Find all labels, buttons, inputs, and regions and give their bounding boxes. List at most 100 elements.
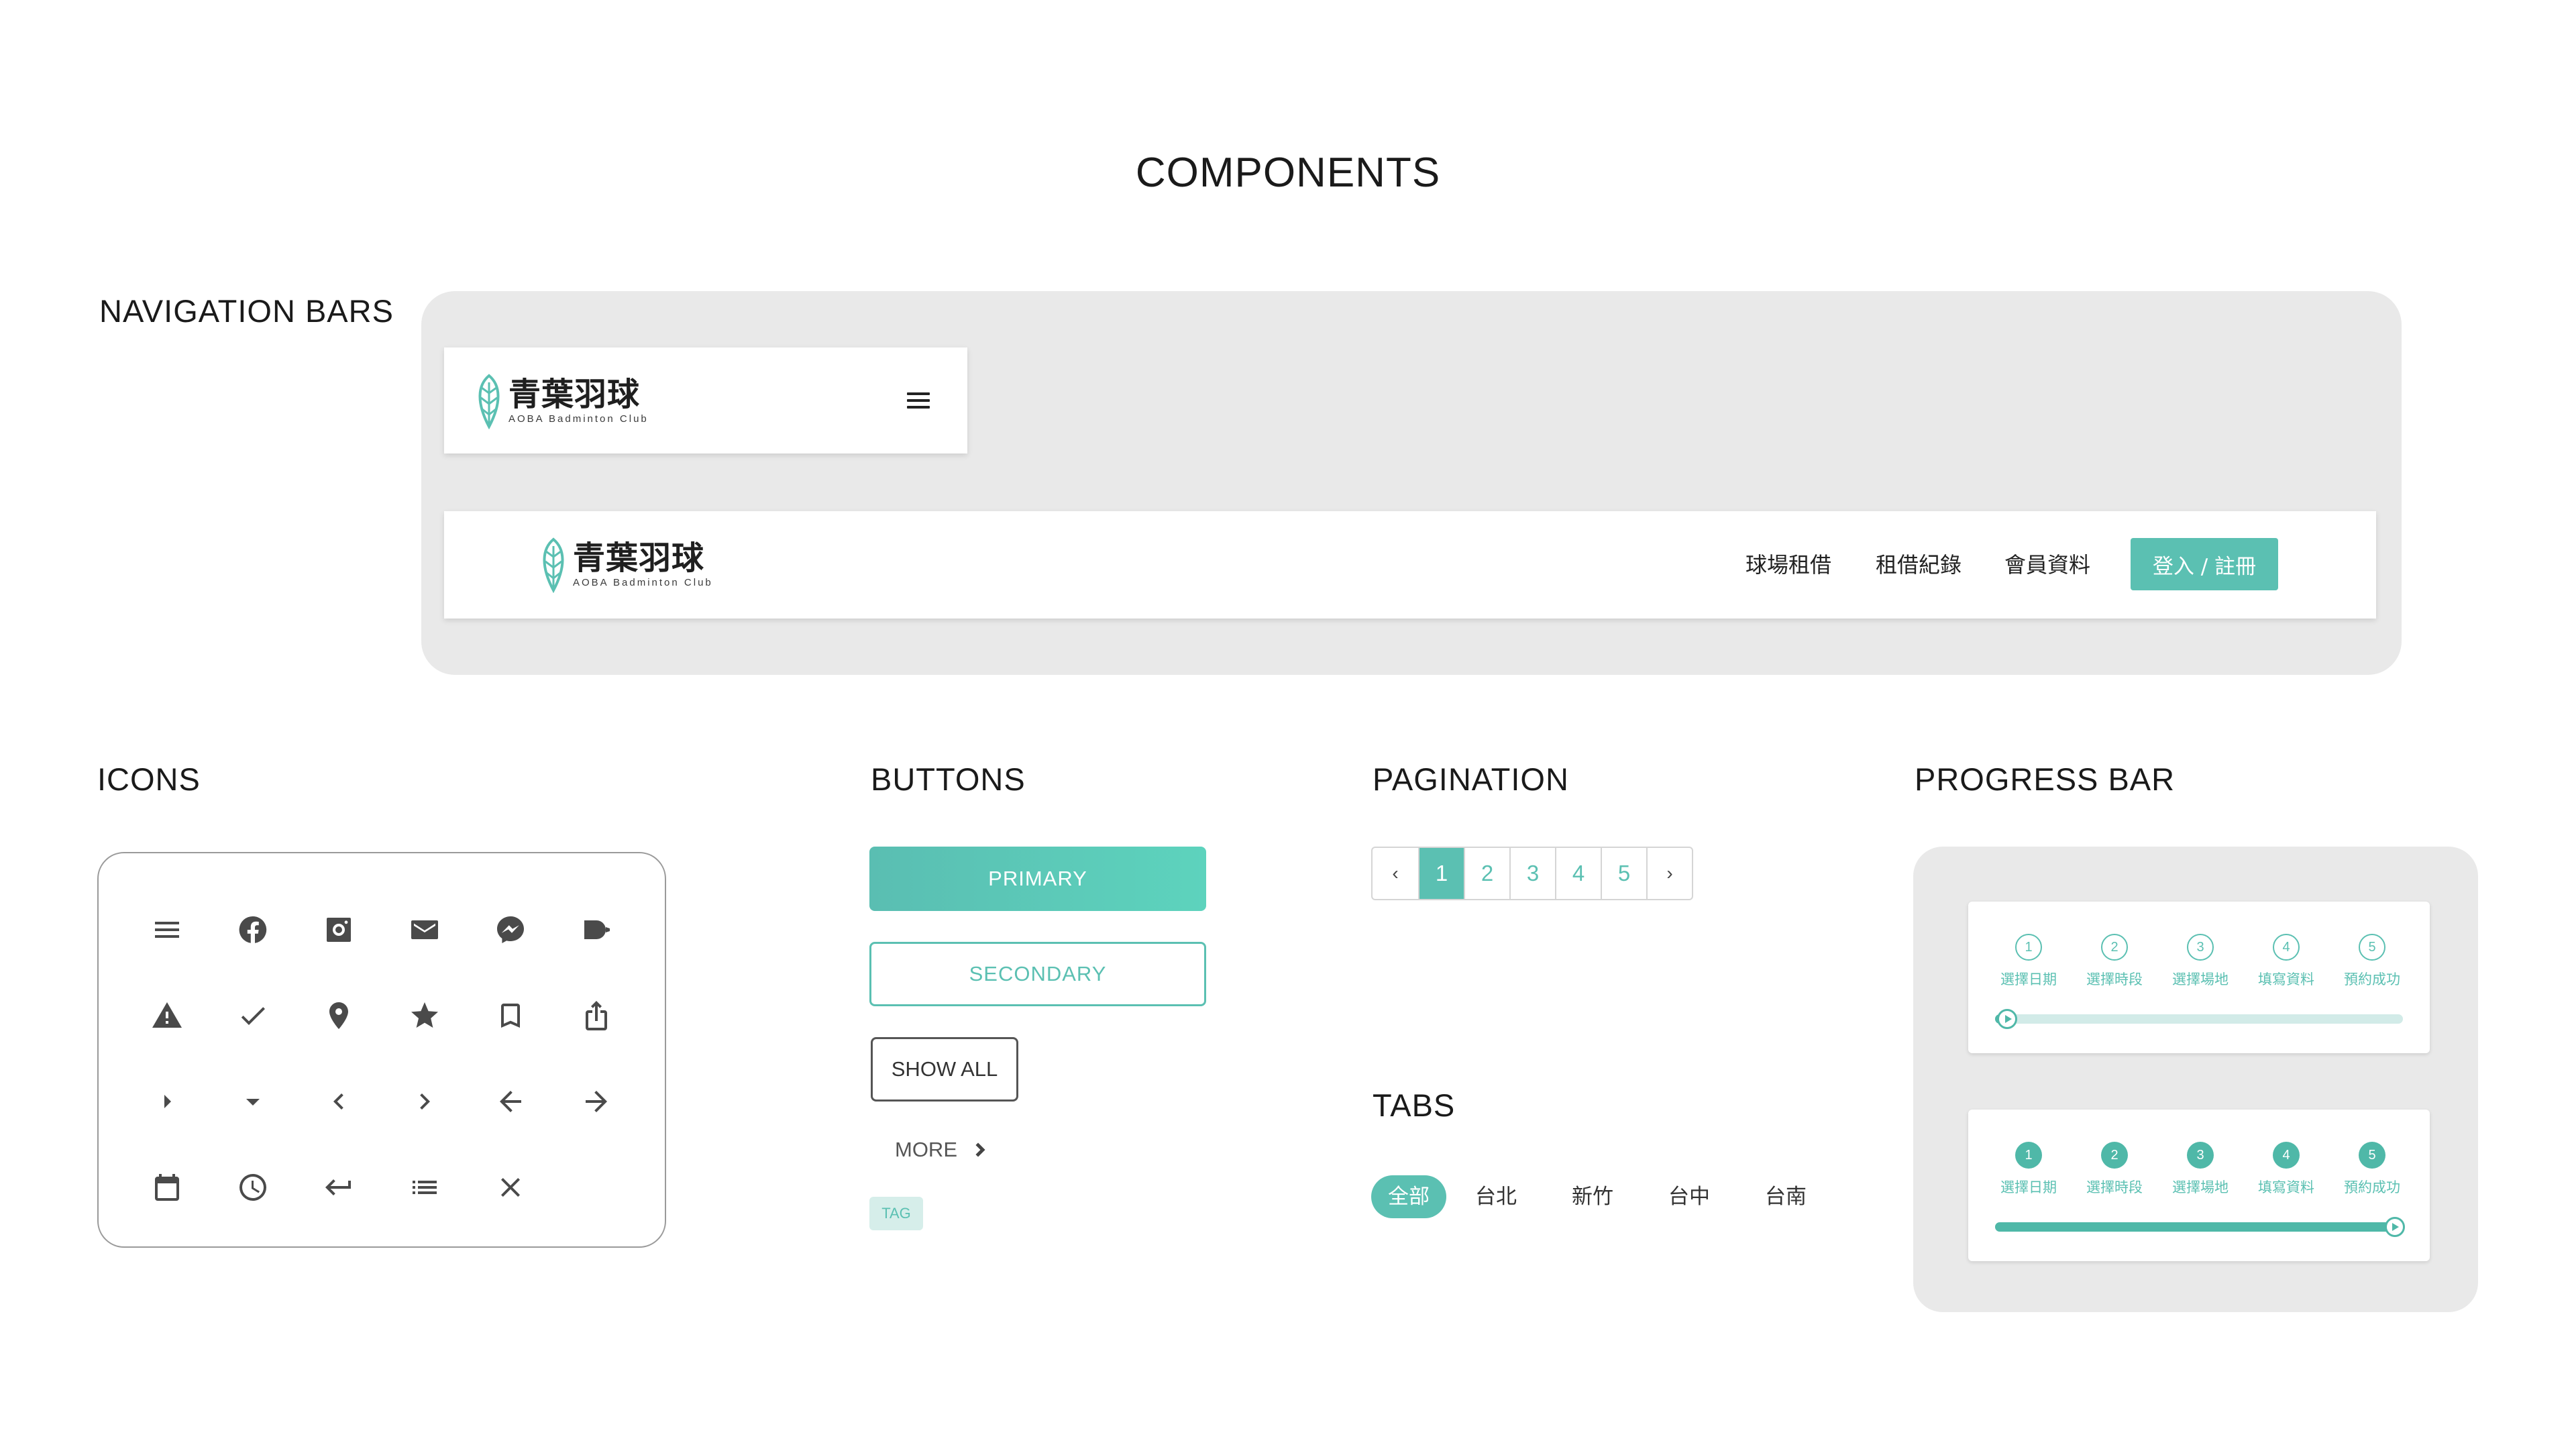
brand-name-cn: 青葉羽球 — [573, 539, 705, 577]
warning-icon — [147, 996, 187, 1036]
progress-handle[interactable] — [2384, 1217, 2405, 1237]
brand-name-en: AOBA Badminton Club — [573, 576, 713, 588]
hamburger-menu-icon[interactable] — [907, 389, 930, 412]
step-label: 填寫資料 — [2258, 971, 2314, 987]
nav-link-court-rental[interactable]: 球場租借 — [1746, 511, 1831, 619]
pagination-page-3[interactable]: 3 — [1509, 848, 1555, 899]
step-number: 5 — [2359, 934, 2385, 961]
tab-tainan[interactable]: 台南 — [1759, 1175, 1813, 1218]
progress-step[interactable]: 4 填寫資料 — [2246, 1142, 2326, 1197]
tab-all[interactable]: 全部 — [1371, 1175, 1446, 1218]
step-label: 選擇日期 — [2000, 971, 2057, 987]
mobile-navbar: 青葉羽球 AOBA Badminton Club — [444, 347, 967, 453]
progress-panel: 1 選擇日期 2 選擇時段 3 選擇場地 4 填寫資料 5 預約成功 1 選擇日期 2 選擇時… — [1913, 847, 2478, 1312]
leaf-logo-icon — [543, 537, 564, 593]
progress-step[interactable]: 3 選擇場地 — [2160, 934, 2241, 989]
caret-right-icon — [147, 1081, 187, 1122]
section-title-buttons: BUTTONS — [871, 761, 1026, 797]
more-button-label: MORE — [895, 1138, 957, 1161]
step-label: 選擇時段 — [2086, 1179, 2143, 1195]
step-number: 4 — [2273, 934, 2300, 961]
step-number: 3 — [2187, 934, 2214, 961]
caret-down-icon — [233, 1081, 273, 1122]
primary-button[interactable]: PRIMARY — [869, 847, 1206, 911]
calendar-icon — [147, 1167, 187, 1208]
return-icon — [319, 1167, 359, 1208]
pagination-page-1[interactable]: 1 — [1418, 848, 1464, 899]
video-icon — [576, 910, 616, 950]
arrow-right-icon — [576, 1081, 616, 1122]
show-all-button[interactable]: SHOW ALL — [871, 1037, 1018, 1102]
progress-step[interactable]: 1 選擇日期 — [1988, 1142, 2069, 1197]
messenger-icon — [490, 910, 531, 950]
progress-handle[interactable] — [1997, 1009, 2018, 1029]
menu-icon — [147, 910, 187, 950]
section-title-tabs: TABS — [1373, 1087, 1456, 1123]
progress-step[interactable]: 1 選擇日期 — [1988, 934, 2069, 989]
step-label: 預約成功 — [2344, 1179, 2400, 1195]
facebook-icon — [233, 910, 273, 950]
tab-taichung[interactable]: 台中 — [1662, 1175, 1716, 1218]
step-number: 1 — [2015, 934, 2042, 961]
secondary-button[interactable]: SECONDARY — [869, 942, 1206, 1006]
step-number: 4 — [2273, 1142, 2300, 1169]
page-title: COMPONENTS — [1135, 150, 1441, 196]
login-register-button[interactable]: 登入 / 註冊 — [2131, 538, 2278, 590]
chevron-right-icon — [975, 1142, 985, 1157]
more-button[interactable]: MORE — [895, 1130, 989, 1170]
bookmark-icon — [490, 996, 531, 1036]
step-label: 預約成功 — [2344, 971, 2400, 987]
chevron-left-icon — [319, 1081, 359, 1122]
pagination-page-2[interactable]: 2 — [1464, 848, 1509, 899]
step-label: 選擇日期 — [2000, 1179, 2057, 1195]
close-icon — [490, 1167, 531, 1208]
section-title-navigation: NAVIGATION BARS — [99, 293, 394, 329]
progress-step[interactable]: 5 預約成功 — [2332, 1142, 2412, 1197]
section-title-pagination: PAGINATION — [1373, 761, 1569, 797]
nav-link-rental-records[interactable]: 租借紀錄 — [1876, 511, 1962, 619]
star-icon — [405, 996, 445, 1036]
progress-step[interactable]: 3 選擇場地 — [2160, 1142, 2241, 1197]
step-label: 選擇場地 — [2172, 1179, 2229, 1195]
step-label: 填寫資料 — [2258, 1179, 2314, 1195]
pagination-page-5[interactable]: 5 — [1601, 848, 1646, 899]
instagram-icon — [319, 910, 359, 950]
progress-step[interactable]: 4 填寫資料 — [2246, 934, 2326, 989]
brand-logo[interactable]: 青葉羽球 AOBA Badminton Club — [474, 373, 649, 429]
progress-track — [1995, 1217, 2405, 1237]
clock-icon — [233, 1167, 273, 1208]
progress-card-step-5: 1 選擇日期 2 選擇時段 3 選擇場地 4 填寫資料 5 預約成功 — [1968, 1110, 2430, 1261]
step-number: 3 — [2187, 1142, 2214, 1169]
section-title-progress-bar: PROGRESS BAR — [1915, 761, 2176, 797]
progress-fill — [1995, 1222, 2395, 1232]
step-number: 2 — [2101, 1142, 2128, 1169]
brand-name-en: AOBA Badminton Club — [508, 413, 649, 425]
tab-hsinchu[interactable]: 新竹 — [1566, 1175, 1619, 1218]
brand-logo[interactable]: 青葉羽球 AOBA Badminton Club — [538, 537, 713, 593]
progress-card-step-1: 1 選擇日期 2 選擇時段 3 選擇場地 4 填寫資料 5 預約成功 — [1968, 902, 2430, 1053]
section-title-icons: ICONS — [97, 761, 201, 797]
pagination-prev-button[interactable]: ‹ — [1373, 848, 1418, 899]
leaf-logo-icon — [478, 374, 500, 429]
tab-taipei[interactable]: 台北 — [1469, 1175, 1523, 1218]
step-number: 1 — [2015, 1142, 2042, 1169]
icons-panel — [97, 852, 666, 1248]
pagination-page-4[interactable]: 4 — [1555, 848, 1601, 899]
desktop-navbar: 青葉羽球 AOBA Badminton Club 球場租借 租借紀錄 會員資料 … — [444, 511, 2376, 619]
progress-step[interactable]: 5 預約成功 — [2332, 934, 2412, 989]
list-icon — [405, 1167, 445, 1208]
progress-step[interactable]: 2 選擇時段 — [2074, 934, 2155, 989]
pagination: ‹ 1 2 3 4 5 › — [1371, 847, 1693, 900]
progress-step[interactable]: 2 選擇時段 — [2074, 1142, 2155, 1197]
step-label: 選擇場地 — [2172, 971, 2229, 987]
tag-chip: TAG — [869, 1197, 923, 1230]
nav-link-member-info[interactable]: 會員資料 — [2004, 511, 2090, 619]
chevron-right-icon — [405, 1081, 445, 1122]
brand-name-cn: 青葉羽球 — [508, 375, 641, 413]
step-number: 2 — [2101, 934, 2128, 961]
step-label: 選擇時段 — [2086, 971, 2143, 987]
step-number: 5 — [2359, 1142, 2385, 1169]
share-icon — [576, 996, 616, 1036]
pagination-next-button[interactable]: › — [1646, 848, 1692, 899]
arrow-left-icon — [490, 1081, 531, 1122]
